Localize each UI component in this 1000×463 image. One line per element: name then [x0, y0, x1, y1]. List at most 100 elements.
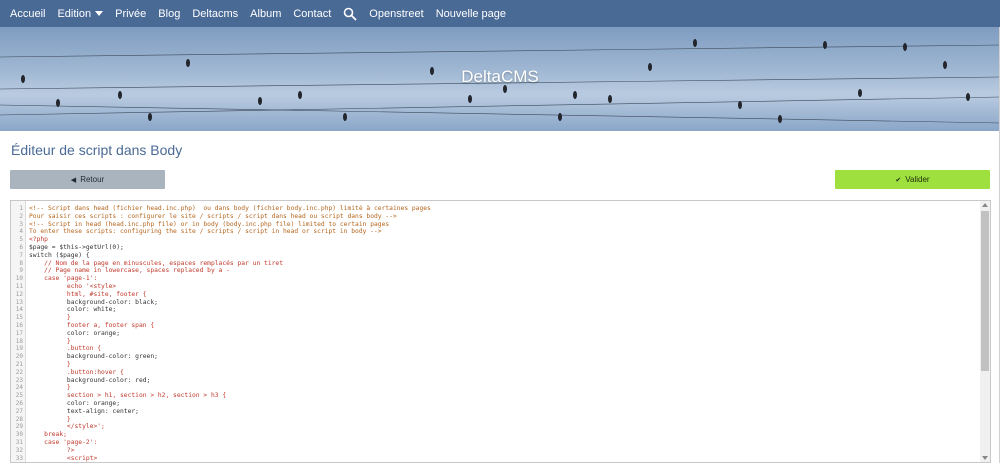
code-text: }	[29, 314, 71, 322]
line-number: 33	[15, 454, 23, 462]
editor-scrollbar[interactable]	[980, 201, 990, 462]
scroll-up-icon[interactable]	[982, 203, 988, 207]
nav-item[interactable]: Edition	[57, 7, 104, 20]
code-text: ?>	[29, 446, 75, 454]
back-button[interactable]: ◀ Retour	[10, 170, 165, 189]
bird	[608, 95, 612, 103]
nav-item-label: Contact	[293, 7, 332, 20]
code-text: break;	[29, 431, 67, 439]
bird	[558, 113, 562, 121]
bird	[186, 59, 190, 67]
code-text: background-color: green;	[29, 353, 158, 361]
line-number: 22	[15, 368, 23, 376]
scroll-down-icon[interactable]	[982, 456, 988, 460]
line-number: 31	[15, 439, 23, 446]
line-number: 27	[15, 407, 23, 415]
line-number: 11	[15, 283, 23, 290]
code-text: .button:hover {	[29, 368, 124, 376]
validate-button-label: Valider	[905, 175, 930, 184]
bird	[693, 39, 697, 47]
code-text: background-color: red;	[29, 376, 151, 384]
code-text: To enter these scripts: configuring the …	[29, 228, 382, 236]
line-number: 23	[15, 376, 23, 384]
line-number: 3	[19, 220, 23, 228]
nav-item-label: Edition	[57, 7, 92, 20]
line-number: 30	[15, 431, 23, 439]
line-number: 10	[15, 275, 23, 283]
nav-item-label: Privée	[115, 7, 147, 20]
nav-item[interactable]: Blog	[158, 8, 180, 20]
code-text: }	[29, 415, 71, 423]
line-number: 5	[19, 236, 23, 244]
line-number: 1	[19, 205, 23, 212]
line-number: 20	[15, 353, 23, 361]
banner: DeltaCMS	[0, 27, 1000, 131]
nav-item-label: Album	[250, 7, 282, 20]
wire	[0, 96, 1000, 116]
bird	[738, 101, 742, 109]
nav-item[interactable]: Privée	[115, 8, 146, 20]
bird	[118, 91, 122, 99]
site-title: DeltaCMS	[461, 67, 539, 86]
code-text: <script>	[29, 454, 98, 462]
nav-item[interactable]: Openstreet	[369, 8, 423, 20]
code-text: <?php	[29, 236, 48, 244]
scroll-thumb[interactable]	[981, 211, 989, 371]
bird	[966, 93, 970, 101]
line-number: 32	[15, 446, 23, 454]
line-number: 7	[19, 251, 23, 259]
line-number: 26	[15, 400, 23, 407]
line-number: 24	[15, 384, 23, 392]
code-text: background-color: black;	[29, 298, 158, 306]
line-number: 12	[15, 290, 23, 298]
bird	[573, 91, 577, 99]
back-button-label: Retour	[80, 175, 105, 184]
line-number: 4	[19, 228, 23, 236]
nav-item[interactable]: Album	[250, 8, 281, 20]
bird	[56, 99, 60, 107]
line-number: 15	[15, 314, 23, 322]
code-text: color: white;	[29, 306, 117, 314]
nav-item[interactable]: Nouvelle page	[436, 8, 506, 20]
code-text: .button {	[29, 345, 102, 353]
code-text: }	[29, 384, 71, 392]
line-number: 21	[15, 361, 23, 368]
bird	[903, 43, 907, 51]
code-text: footer a, footer span {	[29, 322, 155, 329]
bird	[858, 89, 862, 97]
line-number: 28	[15, 415, 23, 423]
bird	[468, 95, 472, 103]
line-number: 8	[19, 259, 23, 267]
code-text: Pour saisir ces scripts : configurer le …	[29, 212, 397, 220]
check-icon: ✔	[895, 176, 902, 184]
chevron-left-icon: ◀	[70, 176, 77, 184]
nav-item-label: Deltacms	[192, 7, 239, 20]
code-text: echo '<style>	[29, 283, 117, 290]
line-number: 25	[15, 392, 23, 400]
validate-button[interactable]: ✔ Valider	[835, 170, 990, 189]
line-number: 17	[15, 329, 23, 337]
nav-item[interactable]: Deltacms	[192, 8, 238, 20]
code-text: case 'page-1':	[29, 275, 98, 283]
chevron-down-icon	[95, 11, 104, 16]
nav-item-label: Blog	[158, 7, 181, 20]
nav-item-label: Accueil	[10, 7, 46, 20]
nav-item[interactable]: Accueil	[10, 8, 45, 20]
line-number: 29	[15, 423, 23, 431]
code-text: case 'page-2':	[29, 439, 98, 446]
code-text: color: orange;	[29, 400, 120, 407]
nav-item[interactable]: Contact	[293, 8, 331, 20]
code-text: }	[29, 361, 71, 368]
line-number: 16	[15, 322, 23, 329]
search-icon[interactable]	[343, 7, 357, 21]
top-navbar: Accueil Edition Privée Blog Deltacms Album Con…	[0, 0, 1000, 27]
code-text: switch ($page) {	[29, 251, 90, 259]
line-number: 9	[19, 267, 23, 275]
line-number: 19	[15, 345, 23, 353]
code-text: color: orange;	[29, 329, 120, 337]
code-text: // Page name in lowercase, spaces replac…	[29, 267, 230, 275]
code-editor[interactable]: 1 <!-- Script dans head (fichier head.inc…	[10, 200, 991, 463]
code-text: text-align: center;	[29, 407, 139, 415]
code-text: // Nom de la page en minuscules, espaces…	[29, 259, 284, 267]
bird	[298, 91, 302, 99]
